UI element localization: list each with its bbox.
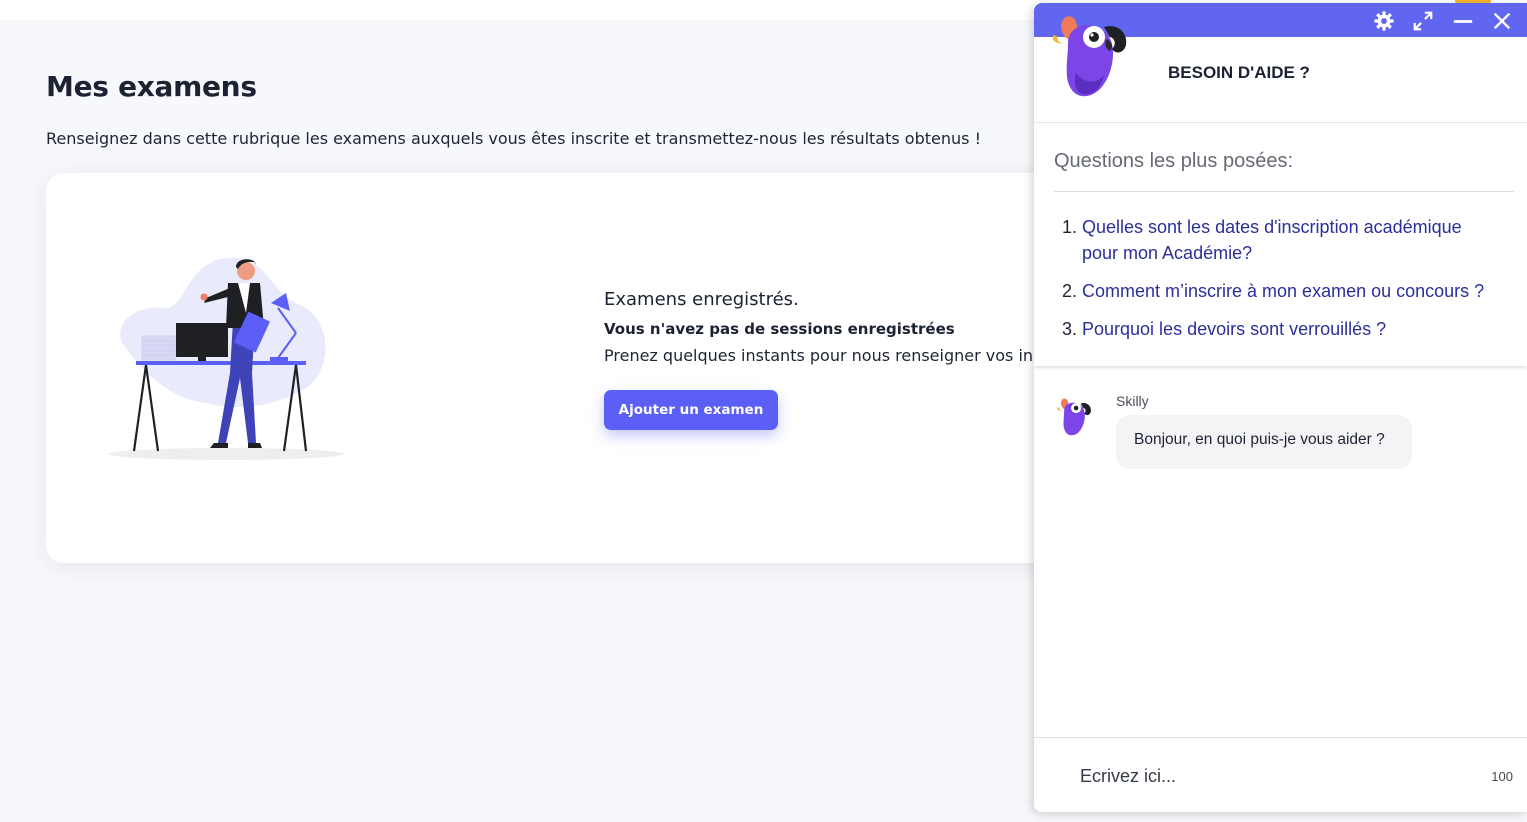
faq-item-number: 3. — [1062, 319, 1078, 339]
faq-item-number: 2. — [1062, 281, 1078, 301]
faq-item: 1. Quelles sont les dates d'inscription … — [1062, 214, 1502, 266]
bot-message-bubble: Bonjour, en quoi puis-je vous aider ? — [1116, 415, 1412, 469]
empty-state-subtitle: Vous n'avez pas de sessions enregistrées — [604, 320, 955, 338]
bot-avatar-icon — [1057, 398, 1091, 436]
page-subtitle: Renseignez dans cette rubrique les exame… — [46, 129, 981, 148]
parrot-mascot-icon — [1052, 16, 1127, 97]
faq-panel: Questions les plus posées: 1. Quelles so… — [1034, 124, 1527, 366]
help-chat-widget: BESOIN D'AIDE ? Questions les plus posée… — [1034, 3, 1527, 812]
faq-heading: Questions les plus posées: — [1054, 150, 1294, 172]
chat-messages[interactable]: Skilly Bonjour, en quoi puis-je vous aid… — [1034, 367, 1527, 737]
char-counter: 100 — [1491, 769, 1513, 784]
empty-state-text: Prenez quelques instants pour nous rense… — [604, 346, 1034, 365]
empty-state-title: Examens enregistrés. — [604, 289, 799, 310]
faq-list: 1. Quelles sont les dates d'inscription … — [1062, 214, 1502, 354]
page-title: Mes examens — [46, 70, 257, 103]
empty-state-illustration — [108, 257, 344, 460]
chat-composer: 100 — [1034, 737, 1527, 812]
faq-item: 2. Comment m’inscrire à mon examen ou co… — [1062, 278, 1502, 304]
faq-item-number: 1. — [1062, 217, 1078, 237]
faq-divider — [1054, 191, 1514, 192]
gear-icon[interactable] — [1371, 8, 1397, 34]
chat-message-input[interactable] — [1080, 758, 1460, 794]
faq-item: 3. Pourquoi les devoirs sont verrouillés… — [1062, 316, 1502, 342]
chat-title: BESOIN D'AIDE ? — [1168, 63, 1310, 82]
add-exam-button[interactable]: Ajouter un examen — [604, 390, 778, 430]
faq-link-inscription-dates[interactable]: Quelles sont les dates d'inscription aca… — [1082, 214, 1502, 266]
expand-icon[interactable] — [1410, 8, 1436, 34]
message-sender: Skilly — [1116, 393, 1149, 409]
minimize-icon[interactable] — [1450, 8, 1476, 34]
close-icon[interactable] — [1489, 8, 1515, 34]
faq-link-register-exam[interactable]: Comment m’inscrire à mon examen ou conco… — [1082, 278, 1484, 304]
faq-link-locked-homework[interactable]: Pourquoi les devoirs sont verrouillés ? — [1082, 316, 1386, 342]
chat-header: BESOIN D'AIDE ? — [1034, 16, 1527, 123]
